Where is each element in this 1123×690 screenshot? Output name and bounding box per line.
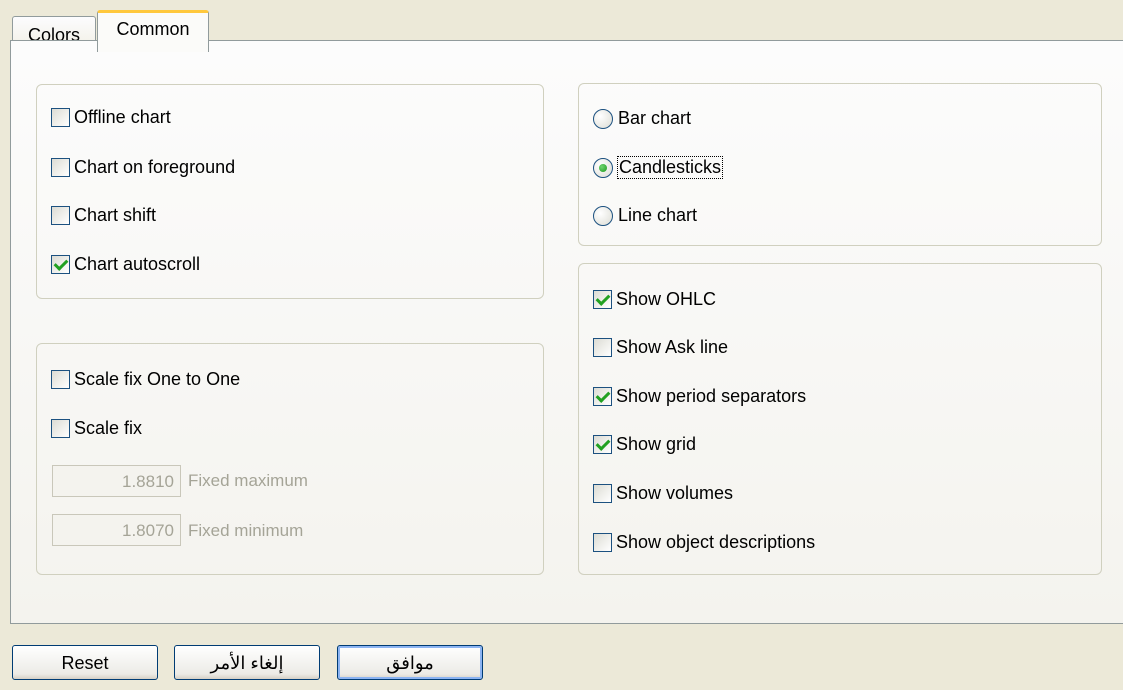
checkbox-box[interactable] [51,370,70,389]
show-options-group: Show OHLC Show Ask line Show period sepa… [578,263,1102,575]
radio-circle[interactable] [593,108,613,129]
checkbox-box[interactable] [593,484,612,503]
checkbox-label: Show period separators [616,386,807,406]
radio-label: Bar chart [618,108,692,128]
line-chart-radio[interactable]: Line chart [593,205,697,226]
checkbox-box[interactable] [51,206,70,225]
radio-label: Line chart [618,205,698,225]
checkbox-label: Chart autoscroll [74,254,201,274]
chart-shift-checkbox[interactable]: Chart shift [51,205,156,226]
fixed-maximum-label: Fixed maximum [188,471,308,490]
reset-button[interactable]: Reset [12,645,158,680]
chart-on-foreground-checkbox[interactable]: Chart on foreground [51,157,235,178]
radio-label: Candlesticks [616,156,724,179]
ok-button[interactable]: موافق [337,645,483,680]
checkbox-box[interactable] [593,290,612,309]
checkbox-label: Scale fix One to One [74,369,241,389]
checkbox-label: Offline chart [74,107,171,127]
radio-circle[interactable] [593,205,613,226]
show-ohlc-checkbox[interactable]: Show OHLC [593,289,716,310]
tab-common[interactable]: Common [97,10,209,52]
checkbox-label: Show volumes [616,483,734,503]
offline-chart-checkbox[interactable]: Offline chart [51,107,171,128]
bar-chart-radio[interactable]: Bar chart [593,108,691,129]
checkbox-box[interactable] [593,435,612,454]
checkbox-box[interactable] [51,108,70,127]
checkbox-label: Chart shift [74,205,157,225]
checkbox-label: Show grid [616,434,697,454]
checkbox-box[interactable] [593,338,612,357]
show-grid-checkbox[interactable]: Show grid [593,434,696,455]
scale-options-group: Scale fix One to One Scale fix 1.8810 Fi… [36,343,544,575]
chart-autoscroll-checkbox[interactable]: Chart autoscroll [51,254,200,275]
chart-options-group: Offline chart Chart on foreground Chart … [36,84,544,299]
checkbox-label: Scale fix [74,418,143,438]
checkbox-box[interactable] [51,255,70,274]
checkbox-label: Show OHLC [616,289,717,309]
checkbox-box[interactable] [51,158,70,177]
fixed-minimum-input[interactable]: 1.8070 [52,514,181,546]
checkbox-label: Show Ask line [616,337,729,357]
common-tab-panel: Offline chart Chart on foreground Chart … [10,40,1123,624]
scale-fix-checkbox[interactable]: Scale fix [51,418,142,439]
checkbox-label: Show object descriptions [616,532,816,552]
fixed-minimum-label: Fixed minimum [188,521,304,540]
show-volumes-checkbox[interactable]: Show volumes [593,483,733,504]
radio-circle[interactable] [593,157,613,178]
show-object-descriptions-checkbox[interactable]: Show object descriptions [593,532,815,553]
checkbox-box[interactable] [51,419,70,438]
scale-fix-one-to-one-checkbox[interactable]: Scale fix One to One [51,369,240,390]
cancel-button[interactable]: إلغاء الأمر [174,645,320,680]
fixed-maximum-input[interactable]: 1.8810 [52,465,181,497]
candlesticks-radio[interactable]: Candlesticks [593,156,724,179]
chart-type-group: Bar chart Candlesticks Line chart [578,83,1102,246]
checkbox-label: Chart on foreground [74,157,236,177]
checkbox-box[interactable] [593,387,612,406]
checkbox-box[interactable] [593,533,612,552]
show-period-separators-checkbox[interactable]: Show period separators [593,386,806,407]
show-ask-line-checkbox[interactable]: Show Ask line [593,337,728,358]
